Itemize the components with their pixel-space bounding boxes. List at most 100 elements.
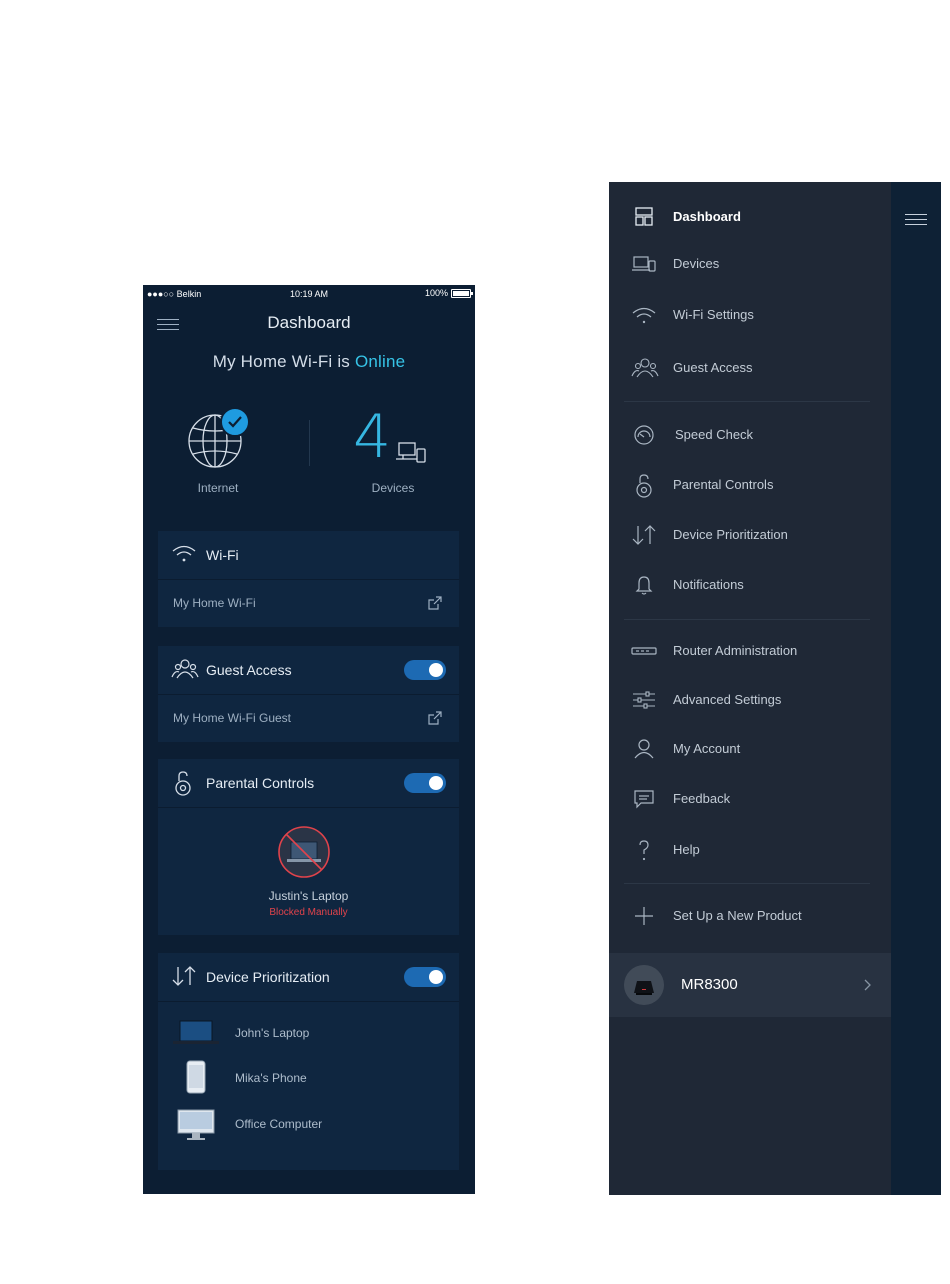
menu-divider [624,619,870,620]
router-avatar [624,965,664,1005]
speedometer-icon [631,423,657,447]
phone-icon [186,1060,206,1094]
menu-item-label: Set Up a New Product [673,908,802,923]
bell-icon [631,573,657,597]
parental-controls-toggle[interactable] [404,773,446,793]
menu-item-wifi-settings[interactable]: Wi-Fi Settings [609,295,891,335]
guest-icon [171,658,199,680]
menu-item-advanced-settings[interactable]: Advanced Settings [609,680,891,720]
dashboard-edge-panel [891,182,941,1195]
guest-network-name: My Home Wi-Fi Guest [173,711,292,725]
devices-icon [631,252,657,276]
network-status-value: Online [354,352,406,371]
priority-device-name: John's Laptop [235,1026,310,1040]
blocked-laptop-icon[interactable] [277,825,331,879]
menu-item-label: Help [673,842,700,857]
network-status-prefix: My Home Wi-Fi is [212,352,355,371]
plus-icon [631,904,657,928]
status-bar: ●●●○○ Belkin 10:19 AM 100% [143,285,475,303]
priority-device-row[interactable]: Office Computer [158,1103,459,1147]
internet-globe-icon[interactable] [187,407,251,471]
menu-item-router-administration[interactable]: Router Administration [609,631,891,671]
menu-item-dashboard[interactable]: Dashboard [609,197,891,237]
device-prioritization-card-header: Device Prioritization [158,953,459,1001]
menu-item-feedback[interactable]: Feedback [609,779,891,819]
chat-icon [631,787,657,811]
priority-device-name: Office Computer [235,1117,323,1131]
battery-icon [451,288,473,298]
guest-access-toggle[interactable] [404,660,446,680]
menu-item-label: Notifications [673,577,744,592]
mobile-dashboard-screen: ●●●○○ Belkin 10:19 AM 100% Dashboard My … [143,285,475,1194]
priority-device-name: Mika's Phone [235,1071,307,1085]
guest-access-card-title: Guest Access [206,662,292,678]
device-count[interactable]: 4 [353,407,391,467]
menu-item-device-prioritization[interactable]: Device Prioritization [609,515,891,555]
router-icon [631,639,657,663]
battery-indicator: 100% [424,288,473,298]
card-divider [158,807,459,808]
menu-item-label: Parental Controls [673,477,774,492]
external-link-icon[interactable] [427,595,443,611]
menu-item-label: Advanced Settings [673,692,782,707]
guest-network-row[interactable]: My Home Wi-Fi Guest [158,695,459,741]
parental-controls-card-title: Parental Controls [206,775,315,791]
parental-controls-card-header: Parental Controls [158,759,459,807]
menu-item-label: Dashboard [673,209,741,224]
wifi-card-title: Wi-Fi [206,547,239,563]
guest-access-card-header: Guest Access [158,646,459,694]
parental-controls-card: Parental Controls Justin's Laptop Blocke… [158,759,459,935]
menu-item-label: Wi-Fi Settings [673,307,754,322]
wifi-icon [171,543,197,565]
product-name: MR8300 [681,976,738,993]
menu-button[interactable] [905,210,927,226]
priority-device-row[interactable]: John's Laptop [158,1012,459,1056]
lock-icon [631,473,657,498]
page-title: Dashboard [267,313,351,332]
divider [309,420,310,466]
priority-device-row[interactable]: Mika's Phone [158,1057,459,1101]
menu-divider [624,883,870,884]
menu-item-speed-check[interactable]: Speed Check [609,415,891,455]
sliders-icon [631,688,657,712]
menu-item-label: My Account [673,741,741,756]
lock-icon [171,771,195,797]
navigation-menu: Dashboard Devices Wi-Fi Settings Guest A… [609,182,891,1195]
question-icon [631,838,657,862]
device-prioritization-card-title: Device Prioritization [206,969,330,985]
product-row[interactable]: MR8300 [609,953,891,1017]
wifi-network-row[interactable]: My Home Wi-Fi [158,580,459,626]
prioritize-arrows-icon [171,965,197,987]
chevron-right-icon [863,977,873,993]
desktop-computer-icon [177,1109,215,1141]
device-prioritization-card: Device Prioritization John's Laptop Mika… [158,953,459,1170]
devices-label: Devices [371,481,415,495]
device-prioritization-toggle[interactable] [404,967,446,987]
battery-percent: 100% [424,288,448,298]
blocked-device-name: Justin's Laptop [268,889,349,903]
laptop-icon [173,1020,221,1046]
menu-item-set-up-new-product[interactable]: Set Up a New Product [609,896,891,936]
menu-item-label: Feedback [673,791,731,806]
card-divider [158,1001,459,1002]
internet-label: Internet [197,481,239,495]
menu-item-label: Device Prioritization [673,527,788,542]
prioritize-arrows-icon [631,523,657,547]
menu-item-help[interactable]: Help [609,830,891,870]
menu-item-devices[interactable]: Devices [609,244,891,284]
wifi-network-name: My Home Wi-Fi [173,596,256,610]
guest-access-card: Guest Access My Home Wi-Fi Guest [158,646,459,742]
devices-icon [395,440,427,466]
menu-item-guest-access[interactable]: Guest Access [609,348,891,388]
wifi-card: Wi-Fi My Home Wi-Fi [158,531,459,627]
menu-item-my-account[interactable]: My Account [609,729,891,769]
wifi-icon [631,303,657,327]
external-link-icon[interactable] [427,710,443,726]
wifi-card-header[interactable]: Wi-Fi [158,531,459,579]
blocked-status: Blocked Manually [269,907,348,918]
menu-item-label: Guest Access [673,360,753,375]
menu-item-label: Devices [673,256,720,271]
menu-item-notifications[interactable]: Notifications [609,565,891,605]
network-status-line: My Home Wi-Fi is Online [143,352,475,372]
menu-item-parental-controls[interactable]: Parental Controls [609,465,891,505]
